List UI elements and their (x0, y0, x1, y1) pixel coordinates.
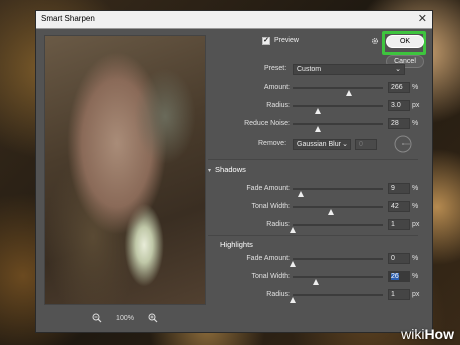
slider-thumb[interactable] (290, 227, 296, 233)
unit-label: % (412, 185, 419, 192)
value-field[interactable]: 1 (388, 219, 410, 230)
preset-dropdown[interactable]: Custom ⌄ (293, 64, 405, 75)
slider-row: Reduce Noise: 28% (208, 118, 426, 132)
unit-label: px (412, 291, 420, 298)
slider-label: Radius: (266, 221, 290, 228)
slider-label: Radius: (266, 102, 290, 109)
chevron-down-icon: ⌄ (342, 141, 348, 148)
angle-field[interactable]: 0 (355, 139, 377, 150)
shadows-title: Shadows (215, 165, 246, 174)
slider-label: Amount: (263, 84, 290, 91)
slider-thumb[interactable] (315, 108, 322, 114)
value-text: 42 (391, 203, 399, 210)
value-field[interactable]: 3.0 (388, 100, 410, 111)
divider (208, 159, 418, 160)
value-field[interactable]: 0 (388, 253, 410, 264)
slider-track[interactable] (293, 276, 383, 285)
unit-label: px (412, 221, 420, 228)
slider-row: Tonal Width: 42% (208, 201, 426, 215)
angle-dial-icon[interactable] (393, 134, 413, 154)
unit-label: px (412, 102, 420, 109)
value-field[interactable]: 9 (388, 183, 410, 194)
slider-row: Fade Amount: 0% (208, 253, 426, 267)
value-text: 9 (391, 185, 395, 192)
value-field[interactable]: 26 (388, 271, 410, 282)
remove-label: Remove: (258, 140, 287, 147)
value-text: 1 (391, 221, 395, 228)
highlights-title: Highlights (220, 240, 253, 249)
unit-label: % (412, 273, 419, 280)
slider-track[interactable] (293, 87, 383, 96)
zoom-in-icon[interactable] (148, 313, 158, 323)
slider-thumb[interactable] (290, 261, 296, 267)
unit-label: % (412, 203, 419, 210)
preview-image[interactable] (44, 35, 206, 305)
remove-dropdown[interactable]: Gaussian Blur ⌄ (293, 139, 351, 150)
slider-label: Reduce Noise: (244, 120, 290, 127)
slider-row: Tonal Width: 26% (208, 271, 426, 285)
dialog-title: Smart Sharpen (41, 14, 95, 23)
angle-value: 0 (359, 141, 363, 148)
slider-thumb[interactable] (290, 297, 296, 303)
zoom-out-icon[interactable] (92, 313, 102, 323)
slider-label: Tonal Width: (251, 273, 290, 280)
slider-thumb[interactable] (327, 209, 334, 215)
smart-sharpen-dialog: Smart Sharpen ✕ 100% ✓ Preview OK Cancel… (35, 10, 433, 333)
chevron-down-icon: ▾ (208, 168, 212, 174)
value-text: 28 (391, 120, 399, 127)
shadows-section-header[interactable]: ▾ Shadows (208, 165, 246, 174)
preset-label: Preset: (264, 65, 287, 72)
slider-row: Radius: 1 px (208, 219, 426, 233)
slider-thumb[interactable] (345, 90, 352, 96)
value-text: 3.0 (391, 102, 401, 109)
unit-label: % (412, 84, 419, 91)
divider (208, 235, 418, 236)
slider-row: Radius: 1 px (208, 289, 426, 303)
slider-label: Fade Amount: (246, 185, 290, 192)
highlights-section-header[interactable]: Highlights (220, 240, 253, 249)
wikihow-watermark: wikiHow (401, 326, 454, 342)
slider-track[interactable] (293, 188, 383, 197)
value-text: 266 (391, 84, 403, 91)
value-field[interactable]: 1 (388, 289, 410, 300)
zoom-bar: 100% (44, 311, 206, 325)
slider-row: Radius: 3.0 px (208, 100, 426, 114)
remove-value: Gaussian Blur (297, 141, 341, 148)
value-field[interactable]: 28 (388, 118, 410, 129)
slider-row: Amount: 266% (208, 82, 426, 96)
slider-row: Fade Amount: 9% (208, 183, 426, 197)
slider-track[interactable] (293, 206, 383, 215)
unit-label: % (412, 120, 419, 127)
unit-label: % (412, 255, 419, 262)
slider-track[interactable] (290, 224, 383, 233)
slider-track[interactable] (290, 258, 383, 267)
slider-thumb[interactable] (315, 126, 322, 132)
slider-track[interactable] (293, 105, 383, 114)
slider-thumb[interactable] (313, 279, 320, 285)
value-field[interactable]: 42 (388, 201, 410, 212)
slider-track[interactable] (293, 123, 383, 132)
slider-label: Fade Amount: (246, 255, 290, 262)
slider-thumb[interactable] (298, 191, 305, 197)
zoom-level: 100% (116, 314, 134, 322)
title-bar: Smart Sharpen ✕ (36, 11, 432, 29)
value-text: 26 (391, 273, 399, 280)
preset-value: Custom (297, 66, 322, 73)
slider-label: Radius: (266, 291, 290, 298)
slider-track[interactable] (290, 294, 383, 303)
settings-panel: Preset: Custom ⌄ Amount: 266% Radius: 3.0 px… (208, 29, 426, 329)
chevron-down-icon: ⌄ (395, 66, 401, 73)
value-text: 0 (391, 255, 395, 262)
value-field[interactable]: 266 (388, 82, 410, 93)
value-text: 1 (391, 291, 395, 298)
slider-label: Tonal Width: (251, 203, 290, 210)
close-icon[interactable]: ✕ (418, 12, 427, 26)
